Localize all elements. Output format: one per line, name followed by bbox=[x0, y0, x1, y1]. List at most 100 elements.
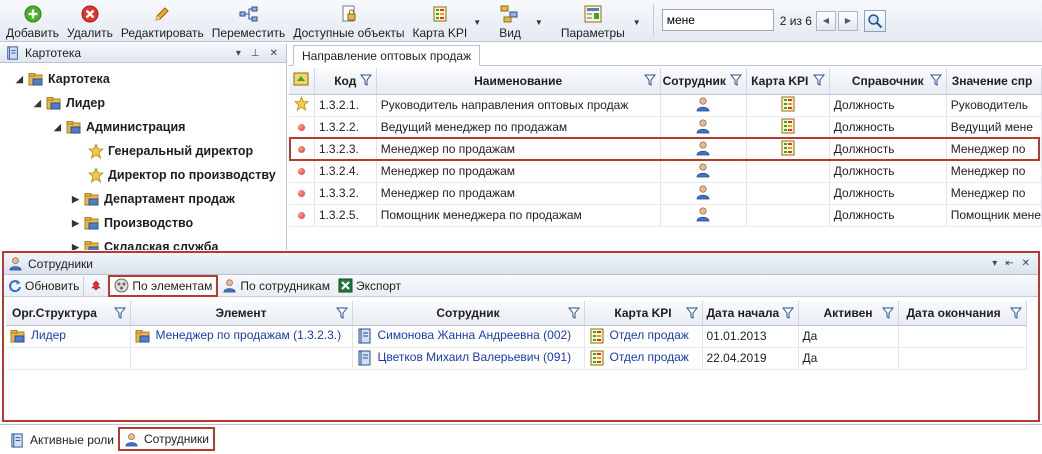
dock-icon[interactable]: ⇤ bbox=[1005, 258, 1013, 269]
table-row[interactable]: 1.3.2.2. Ведущий менеджер по продажам До… bbox=[289, 116, 1042, 139]
table-row[interactable]: 1.3.3.2. Менеджер по продажам Должность … bbox=[289, 182, 1042, 205]
lock-document-icon bbox=[339, 4, 359, 24]
table-row[interactable]: Цветков Михаил Валерьевич (091) Отдел пр… bbox=[6, 347, 1027, 370]
kpi-cell[interactable]: Отдел продаж bbox=[584, 347, 703, 370]
chevron-down-icon[interactable]: ▾ bbox=[236, 48, 241, 59]
tree-expanded-icon[interactable]: ◢ bbox=[54, 122, 66, 133]
start-date-column-header[interactable]: Дата начала bbox=[702, 301, 799, 326]
close-icon[interactable]: ✕ bbox=[1022, 258, 1030, 269]
tab-wholesale[interactable]: Направление оптовых продаж bbox=[293, 45, 481, 66]
params-label: Параметры bbox=[560, 26, 625, 40]
end-date-column-header[interactable]: Дата окончания bbox=[898, 301, 1027, 326]
tree-collapsed-icon[interactable]: ▶ bbox=[72, 242, 84, 251]
table-row[interactable]: 1.3.2.5. Помощник менеджера по продажам … bbox=[289, 204, 1042, 227]
active-column-header[interactable]: Активен bbox=[798, 301, 899, 326]
employee-cell[interactable]: Симонова Жанна Андреевна (002) bbox=[352, 325, 585, 348]
tree-node[interactable]: ◢ Администрация bbox=[54, 116, 185, 138]
filter-icon[interactable] bbox=[644, 74, 656, 86]
filter-icon[interactable] bbox=[882, 307, 894, 319]
filter-icon[interactable] bbox=[730, 74, 742, 86]
tree-node[interactable]: Директор по производству bbox=[88, 164, 276, 186]
code-column-header[interactable]: Код bbox=[314, 68, 377, 95]
search-next-button[interactable]: ▶ bbox=[837, 10, 858, 31]
available-objects-button[interactable]: Доступные объекты bbox=[289, 0, 408, 41]
tree-node[interactable]: ▶ Складская служба bbox=[72, 236, 218, 250]
tree-node[interactable]: ▶ Департамент продаж bbox=[72, 188, 235, 210]
name-column-header[interactable]: Наименование bbox=[376, 68, 661, 95]
table-row[interactable]: Лидер Менеджер по продажам (1.3.2.3.) Си… bbox=[6, 325, 1027, 348]
filter-icon[interactable] bbox=[568, 307, 580, 319]
kpi-column-header[interactable]: Карта KPI bbox=[584, 301, 703, 326]
employees-panel: Сотрудники ▾ ⇤ ✕ Обновить По элементам П… bbox=[2, 251, 1040, 422]
tab-active-roles[interactable]: Активные роли bbox=[6, 429, 118, 451]
view-icon bbox=[500, 4, 520, 24]
by-elements-button[interactable]: По элементам bbox=[108, 274, 219, 297]
search-input[interactable] bbox=[661, 8, 774, 31]
tab-employees[interactable]: Сотрудники bbox=[118, 427, 215, 451]
kpi-cell[interactable]: Отдел продаж bbox=[584, 325, 703, 348]
edit-button[interactable]: Редактировать bbox=[117, 0, 208, 41]
params-dropdown[interactable]: Параметры ▼ bbox=[547, 0, 645, 41]
pin-button[interactable] bbox=[83, 275, 108, 296]
employees-toolbar: Обновить По элементам По сотрудникам Экс… bbox=[4, 274, 1038, 297]
add-button[interactable]: Добавить bbox=[0, 0, 63, 41]
filter-icon[interactable] bbox=[360, 74, 372, 86]
pin-icon bbox=[91, 280, 102, 290]
home-column-header[interactable] bbox=[289, 68, 315, 95]
main-toolbar: Добавить Удалить Редактировать Перемести… bbox=[0, 0, 1042, 42]
element-column-header[interactable]: Элемент bbox=[130, 301, 353, 326]
table-row[interactable]: 1.3.2.1. Руководитель направления оптовы… bbox=[289, 94, 1042, 117]
employee-cell[interactable]: Цветков Михаил Валерьевич (091) bbox=[352, 347, 585, 370]
user-icon bbox=[124, 432, 139, 447]
element-cell[interactable]: Менеджер по продажам (1.3.2.3.) bbox=[130, 325, 353, 348]
refresh-button[interactable]: Обновить bbox=[4, 276, 83, 296]
close-icon[interactable]: ✕ bbox=[270, 48, 278, 59]
chevron-down-icon[interactable]: ▾ bbox=[992, 258, 997, 269]
kpi-icon bbox=[589, 350, 605, 366]
user-icon bbox=[8, 256, 23, 271]
filter-icon[interactable] bbox=[114, 307, 126, 319]
view-dropdown[interactable]: Вид ▼ bbox=[485, 0, 547, 41]
magnifier-icon bbox=[868, 13, 883, 28]
pin-icon[interactable]: ⊥ bbox=[251, 48, 260, 59]
folder-icon bbox=[84, 239, 100, 250]
kpi-map-dropdown[interactable]: Карта KPI ▼ bbox=[408, 0, 485, 41]
employees-panel-title: Сотрудники bbox=[28, 256, 93, 271]
filter-icon[interactable] bbox=[930, 74, 942, 86]
filter-icon[interactable] bbox=[782, 307, 794, 319]
user-icon bbox=[695, 184, 711, 200]
search-button[interactable] bbox=[863, 9, 886, 32]
chevron-down-icon: ▼ bbox=[534, 18, 543, 27]
tree-collapsed-icon[interactable]: ▶ bbox=[72, 218, 84, 229]
view-label: Вид bbox=[499, 26, 521, 40]
filter-icon[interactable] bbox=[686, 307, 698, 319]
delete-button[interactable]: Удалить bbox=[63, 0, 117, 41]
tree-node[interactable]: ◢ Лидер bbox=[34, 92, 105, 114]
export-button[interactable]: Экспорт bbox=[334, 276, 405, 296]
bottom-tabstrip: Активные роли Сотрудники bbox=[0, 424, 1042, 454]
positions-table: Код Наименование Сотрудник Карта KPI Спр… bbox=[289, 68, 1042, 227]
org-cell[interactable]: Лидер bbox=[6, 325, 131, 348]
tree-expanded-icon[interactable]: ◢ bbox=[16, 74, 28, 85]
kpi-column-header[interactable]: Карта KPI bbox=[746, 68, 830, 95]
value-column-header[interactable]: Значение спр bbox=[946, 68, 1042, 95]
filter-icon[interactable] bbox=[813, 74, 825, 86]
org-column-header[interactable]: Орг.Структура bbox=[6, 301, 131, 326]
move-button[interactable]: Переместить bbox=[208, 0, 290, 41]
tree-node[interactable]: ◢ Картотека bbox=[16, 68, 110, 90]
ref-column-header[interactable]: Справочник bbox=[829, 68, 947, 95]
table-row-selected[interactable]: 1.3.2.3. Менеджер по продажам Должность … bbox=[289, 138, 1042, 161]
search-prev-button[interactable]: ◀ bbox=[815, 10, 836, 31]
table-row[interactable]: 1.3.2.4. Менеджер по продажам Должность … bbox=[289, 160, 1042, 183]
filter-icon[interactable] bbox=[1010, 307, 1022, 319]
tree-node[interactable]: Генеральный директор bbox=[88, 140, 253, 162]
by-employees-button[interactable]: По сотрудникам bbox=[218, 276, 334, 296]
tree-expanded-icon[interactable]: ◢ bbox=[34, 98, 46, 109]
book-icon bbox=[6, 46, 20, 60]
employee-column-header[interactable]: Сотрудник bbox=[660, 68, 748, 95]
employee-column-header[interactable]: Сотрудник bbox=[352, 301, 585, 326]
tree-node[interactable]: ▶ Производство bbox=[72, 212, 193, 234]
filter-icon[interactable] bbox=[336, 307, 348, 319]
folder-icon bbox=[66, 119, 82, 135]
tree-collapsed-icon[interactable]: ▶ bbox=[72, 194, 84, 205]
